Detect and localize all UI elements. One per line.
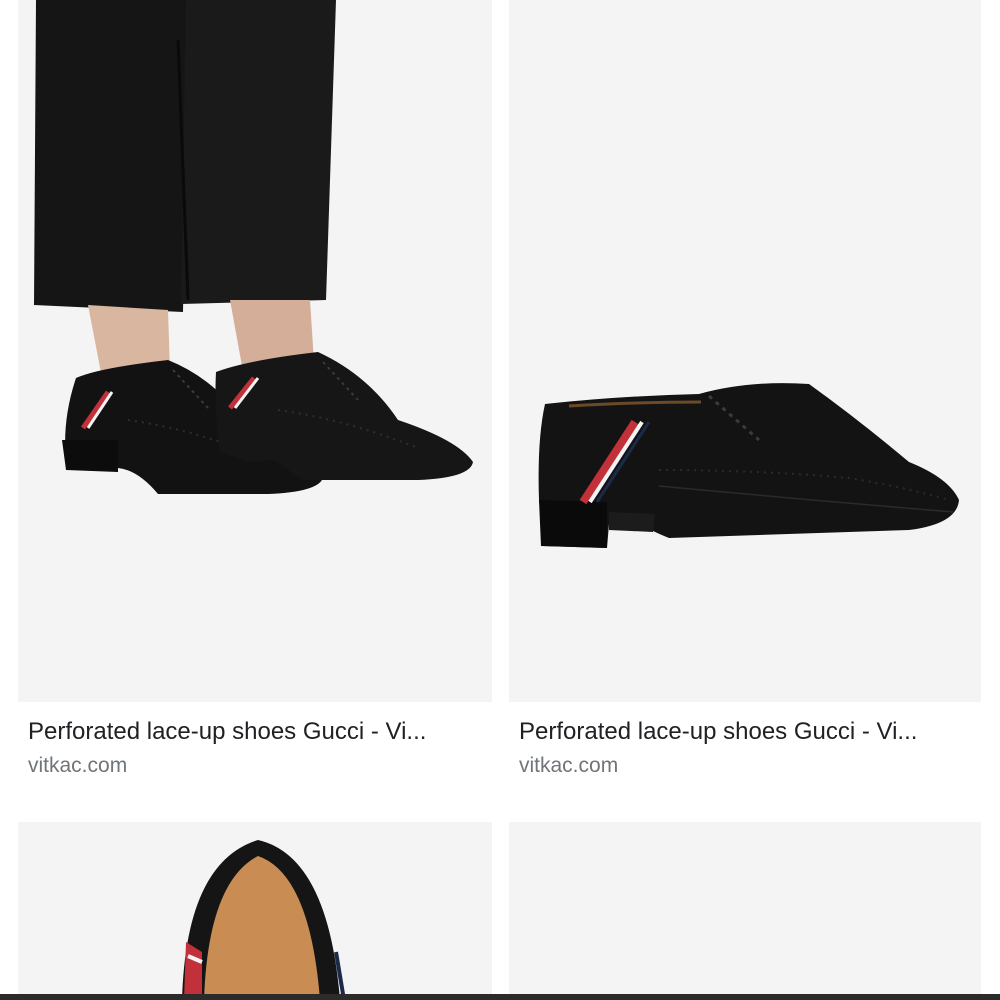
result-source[interactable]: vitkac.com: [519, 754, 618, 778]
shoe-top-image: [182, 840, 346, 1000]
bottom-edge-bar: [0, 994, 1000, 1000]
result-image-shoe-top[interactable]: [18, 822, 492, 1000]
result-card[interactable]: Perforated lace-up shoes Gucci - Vi... v…: [18, 0, 492, 800]
single-shoe-image: [538, 383, 959, 548]
result-image-single-shoe[interactable]: [509, 0, 981, 702]
result-card[interactable]: [509, 822, 981, 1000]
result-image-shoes-worn[interactable]: [18, 0, 492, 702]
result-title[interactable]: Perforated lace-up shoes Gucci - Vi...: [519, 718, 989, 746]
result-card[interactable]: Perforated lace-up shoes Gucci - Vi... v…: [509, 0, 981, 800]
result-image-placeholder[interactable]: [509, 822, 981, 1000]
result-source[interactable]: vitkac.com: [28, 754, 127, 778]
result-card[interactable]: [18, 822, 492, 1000]
shoes-worn-image: [34, 0, 473, 494]
result-title[interactable]: Perforated lace-up shoes Gucci - Vi...: [28, 718, 498, 746]
